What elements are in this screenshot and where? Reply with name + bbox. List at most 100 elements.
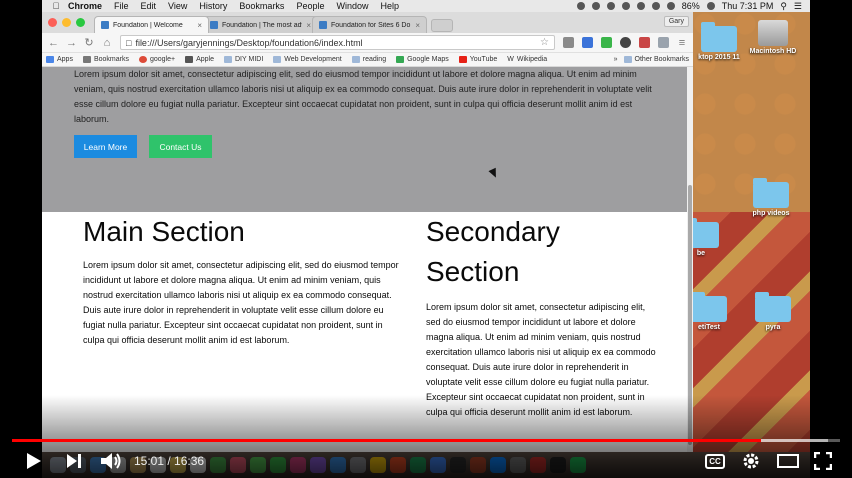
folder-icon	[701, 22, 737, 52]
desktop-icon-label: Macintosh HD	[749, 48, 797, 55]
desktop-folder-be[interactable]: be	[693, 218, 731, 257]
close-tab-icon[interactable]: ×	[306, 21, 311, 30]
volume-icon[interactable]	[666, 2, 675, 10]
battery-percent[interactable]: 86%	[682, 1, 700, 11]
menu-bookmarks[interactable]: Bookmarks	[239, 1, 284, 11]
progress-bar[interactable]	[12, 439, 840, 442]
play-button[interactable]	[22, 449, 46, 473]
extension-icon-1[interactable]	[563, 37, 574, 48]
address-bar-url: file:///Users/garyjennings/Desktop/found…	[135, 37, 363, 48]
foundation-favicon-icon	[210, 21, 218, 29]
desktop-folder-pyra[interactable]: pyra	[743, 292, 803, 331]
menu-app-name[interactable]: Chrome	[68, 1, 102, 11]
dropbox-icon[interactable]	[591, 2, 600, 10]
bookmark-google-plus[interactable]: google+	[138, 56, 176, 63]
close-window-icon[interactable]	[48, 18, 57, 27]
map-pin-icon	[396, 56, 405, 63]
menu-history[interactable]: History	[199, 1, 227, 11]
menu-file[interactable]: File	[114, 1, 129, 11]
apple-icon[interactable]: 	[50, 1, 62, 11]
bookmark-web-development[interactable]: Web Development	[273, 56, 342, 63]
wifi-icon[interactable]	[651, 2, 660, 10]
reload-icon[interactable]: ↻	[84, 36, 94, 49]
back-arrow-icon[interactable]: ←	[48, 37, 59, 49]
theater-mode-button[interactable]	[775, 449, 801, 473]
extension-icon-3[interactable]	[601, 37, 612, 48]
desktop-icon-label: be	[696, 250, 706, 257]
menu-help[interactable]: Help	[380, 1, 399, 11]
bookmark-google-maps[interactable]: Google Maps	[396, 56, 449, 63]
learn-more-button[interactable]: Learn More	[74, 135, 137, 158]
bookmark-label: Wikipedia	[516, 56, 548, 63]
home-icon[interactable]: ⌂	[102, 37, 112, 49]
window-controls	[48, 18, 85, 27]
skip-next-icon	[67, 454, 81, 468]
desktop-folder-desktop[interactable]: ktop 2015 11	[693, 22, 749, 61]
bookmark-apps[interactable]: Apps	[46, 56, 73, 63]
menu-view[interactable]: View	[168, 1, 187, 11]
sync-icon[interactable]	[606, 2, 615, 10]
desktop-folder-php-videos[interactable]: php videos	[741, 178, 801, 217]
fullscreen-button[interactable]	[811, 449, 835, 473]
spotlight-icon[interactable]: ⚲	[780, 1, 787, 12]
timemachine-icon[interactable]	[621, 2, 630, 10]
desktop-icon-macintosh-hd[interactable]: Macintosh HD	[743, 20, 803, 55]
chrome-menu-icon[interactable]: ≡	[677, 37, 687, 49]
bookmark-apple[interactable]: Apple	[185, 56, 214, 63]
tab-foundation-welcome[interactable]: Foundation | Welcome ×	[94, 16, 209, 33]
main-section-title: Main Section	[83, 216, 245, 247]
bookmark-diy-midi[interactable]: DIY MIDI	[224, 56, 263, 63]
close-tab-icon[interactable]: ×	[197, 21, 202, 30]
folder-icon	[693, 292, 727, 322]
new-tab-button[interactable]	[431, 19, 453, 32]
video-frame[interactable]:  Chrome File Edit View History Bookmark…	[0, 0, 852, 478]
forward-arrow-icon[interactable]: →	[66, 37, 77, 49]
folder-icon	[693, 218, 719, 248]
extension-icon-5[interactable]	[639, 37, 650, 48]
desktop-icon-label: ktop 2015 11	[698, 54, 740, 61]
bookmark-star-icon[interactable]: ☆	[540, 37, 549, 48]
page-file-icon: □	[126, 37, 132, 48]
bookmark-youtube[interactable]: YouTube	[458, 56, 497, 63]
address-bar[interactable]: □ file:///Users/garyjennings/Desktop/fou…	[120, 35, 555, 50]
bookmark-other-bookmarks[interactable]: Other Bookmarks	[623, 56, 689, 63]
bookmark-label: Web Development	[284, 56, 342, 63]
star-icon	[82, 56, 91, 63]
mac-menubar:  Chrome File Edit View History Bookmark…	[42, 0, 810, 12]
bluetooth-icon[interactable]	[636, 2, 645, 10]
record-icon[interactable]	[576, 2, 585, 10]
desktop-icon-label: pyra	[765, 324, 781, 331]
main-section: Main Section Lorem ipsum dolor sit amet,…	[83, 212, 405, 348]
tab-strip: Foundation | Welcome × Foundation | The …	[42, 12, 693, 33]
extension-icon-4[interactable]	[620, 37, 631, 48]
settings-button[interactable]	[739, 449, 763, 473]
captions-button[interactable]: CC	[703, 449, 727, 473]
battery-icon[interactable]	[706, 2, 715, 10]
notification-center-icon[interactable]: ☰	[794, 1, 802, 12]
time-display: 15:01 / 16:36	[134, 454, 204, 468]
desktop-folder-etitest[interactable]: etiTest	[693, 292, 739, 331]
mute-button[interactable]	[98, 449, 124, 473]
bookmarks-overflow-chevron[interactable]: »	[614, 56, 618, 63]
bookmark-reading[interactable]: reading	[351, 56, 386, 63]
next-button[interactable]	[62, 449, 86, 473]
menu-edit[interactable]: Edit	[141, 1, 157, 11]
hero-text: Lorem ipsum dolor sit amet, consectetur …	[74, 69, 652, 124]
zoom-window-icon[interactable]	[76, 18, 85, 27]
tab-foundation-docs[interactable]: Foundation for Sites 6 Do ×	[312, 16, 427, 33]
folder-icon	[753, 178, 789, 208]
extension-icon-6[interactable]	[658, 37, 669, 48]
bookmark-wikipedia[interactable]: W Wikipedia	[507, 56, 547, 63]
bookmark-bookmarks[interactable]: Bookmarks	[82, 56, 129, 63]
menu-window[interactable]: Window	[336, 1, 368, 11]
close-tab-icon[interactable]: ×	[415, 21, 420, 30]
menubar-clock[interactable]: Thu 7:31 PM	[722, 1, 774, 11]
player-controls: 15:01 / 16:36 CC	[0, 444, 852, 478]
profile-button[interactable]: Gary	[663, 16, 689, 27]
tab-foundation-most-advanced[interactable]: Foundation | The most adv ×	[203, 16, 318, 33]
minimize-window-icon[interactable]	[62, 18, 71, 27]
bookmark-label: google+	[149, 56, 176, 63]
contact-us-button[interactable]: Contact Us	[149, 135, 212, 158]
extension-icon-2[interactable]	[582, 37, 593, 48]
menu-people[interactable]: People	[296, 1, 324, 11]
